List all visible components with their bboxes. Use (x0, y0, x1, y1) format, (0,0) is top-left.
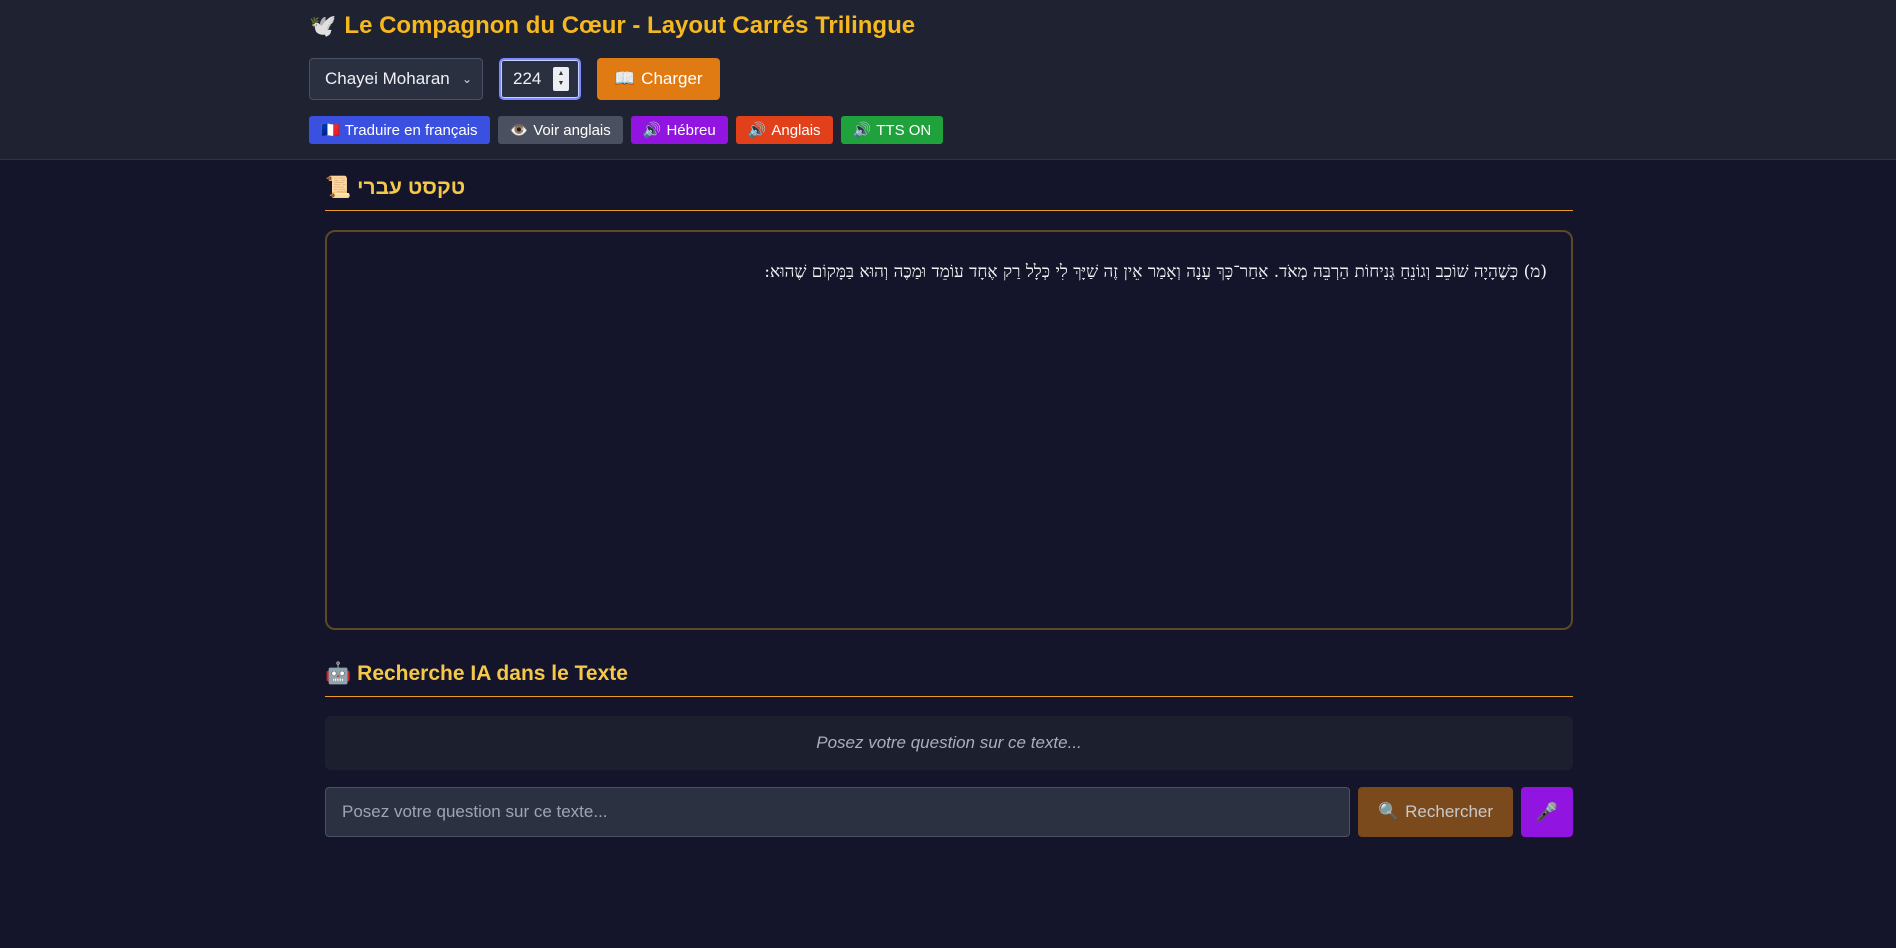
hebrew-heading-text: טקסט עברי (357, 176, 466, 199)
app-header: 🕊️ Le Compagnon du Cœur - Layout Carrés … (0, 0, 1896, 160)
load-button[interactable]: 📖 Charger (597, 58, 720, 100)
view-english-label: Voir anglais (533, 121, 611, 139)
ai-answer-area: Posez votre question sur ce texte... (325, 716, 1573, 770)
speak-hebrew-button[interactable]: 🔊 Hébreu (630, 116, 728, 144)
book-select[interactable]: Chayei Moharan ⌄ (309, 58, 483, 100)
speak-english-button[interactable]: 🔊 Anglais (735, 116, 833, 144)
robot-icon: 🤖 (325, 662, 352, 685)
search-button-label: Rechercher (1405, 802, 1494, 821)
ai-heading-text: Recherche IA dans le Texte (357, 662, 628, 685)
book-select-value: Chayei Moharan (325, 69, 450, 88)
translate-french-label: Traduire en français (344, 121, 478, 139)
ai-search-row: Posez votre question sur ce texte... 🔍 R… (325, 787, 1573, 837)
chevron-down-icon: ⌄ (461, 72, 472, 86)
page-number-value: 224 (513, 69, 542, 88)
app-title-text: Le Compagnon du Cœur - Layout Carrés Tri… (344, 12, 916, 39)
question-input-placeholder: Posez votre question sur ce texte... (342, 802, 608, 821)
action-buttons-row: 🇫🇷 Traduire en français 👁️ Voir anglais … (309, 116, 944, 144)
view-english-button[interactable]: 👁️ Voir anglais (497, 116, 623, 144)
scroll-icon: 📜 (325, 176, 352, 199)
hebrew-text-panel: (מ) כְּשֶׁהָיָה שׁוֹכֵב וְגוֹנֵחַ גְּנִי… (325, 230, 1573, 630)
speaker-icon: 🔊 (642, 122, 662, 139)
speak-english-label: Anglais (771, 121, 821, 139)
search-icon: 🔍 (1377, 802, 1400, 821)
microphone-button[interactable]: 🎤 (1521, 787, 1573, 837)
stepper-arrows-icon[interactable]: ▲ ▼ (553, 67, 569, 91)
tts-toggle-button[interactable]: 🔊 TTS ON (840, 116, 944, 144)
translate-french-button[interactable]: 🇫🇷 Traduire en français (309, 116, 490, 144)
french-flag-icon: 🇫🇷 (321, 122, 340, 139)
eye-icon: 👁️ (509, 122, 529, 139)
search-button[interactable]: 🔍 Rechercher (1358, 787, 1513, 837)
load-button-label: Charger (641, 69, 703, 88)
tts-toggle-label: TTS ON (876, 121, 932, 139)
speaker-icon: 🔊 (852, 122, 872, 139)
speak-hebrew-label: Hébreu (666, 121, 716, 139)
page-number-stepper[interactable]: 224 ▲ ▼ (499, 58, 581, 100)
microphone-icon: 🎤 (1535, 801, 1559, 822)
controls-row: Chayei Moharan ⌄ 224 ▲ ▼ 📖 Charger (309, 58, 720, 100)
ai-answer-placeholder: Posez votre question sur ce texte... (816, 733, 1082, 752)
book-icon: 📖 (614, 69, 636, 88)
speaker-icon: 🔊 (747, 122, 767, 139)
hebrew-text: (מ) כְּשֶׁהָיָה שׁוֹכֵב וְגוֹנֵחַ גְּנִי… (764, 262, 1547, 282)
page-title: 🕊️ Le Compagnon du Cœur - Layout Carrés … (309, 12, 915, 40)
dove-icon: 🕊️ (309, 13, 337, 38)
hebrew-section-heading: 📜 טקסט עברי (325, 176, 1573, 211)
question-input[interactable]: Posez votre question sur ce texte... (325, 787, 1350, 837)
ai-section-heading: 🤖 Recherche IA dans le Texte (325, 662, 1573, 697)
